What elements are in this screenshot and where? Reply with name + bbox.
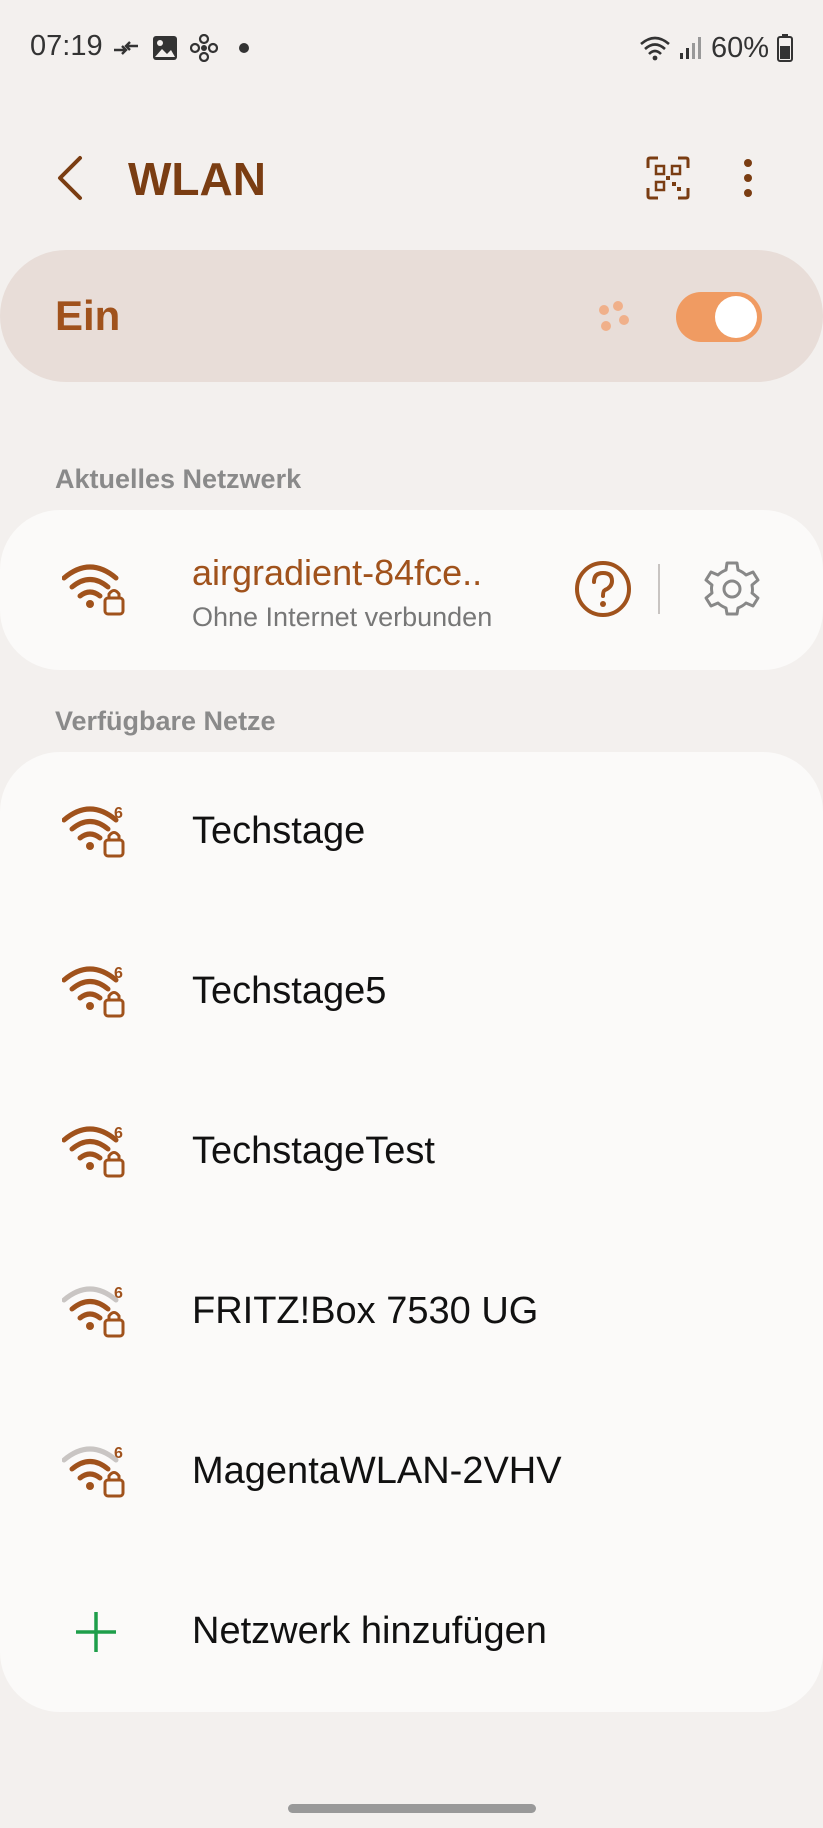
band-label: 6 — [114, 1125, 123, 1142]
network-name: Techstage5 — [192, 970, 387, 1012]
battery-percent: 60% — [710, 31, 769, 64]
wifi6-locked-medium-icon: 6 — [62, 1445, 125, 1498]
data-transfer-icon — [114, 41, 138, 55]
wlan-toggle-label: Ein — [55, 292, 121, 339]
wlan-toggle-switch[interactable] — [676, 292, 762, 342]
wifi6-locked-medium-icon: 6 — [62, 1285, 125, 1338]
wifi6-locked-icon: 6 — [62, 805, 125, 858]
image-icon — [153, 36, 177, 60]
status-bar: 07:19 60% — [0, 0, 823, 96]
network-row-techstagetest[interactable]: 6 TechstageTest — [0, 1072, 823, 1232]
current-network-name: airgradient-84fce.. — [192, 552, 483, 593]
add-network-row[interactable]: Netzwerk hinzufügen — [0, 1552, 823, 1712]
band-label: 6 — [114, 1445, 123, 1462]
band-label: 6 — [114, 965, 123, 982]
network-name: FRITZ!Box 7530 UG — [192, 1290, 539, 1332]
band-label: 6 — [114, 1285, 123, 1302]
network-row-techstage5[interactable]: 6 Techstage5 — [0, 912, 823, 1072]
plus-icon — [76, 1612, 116, 1652]
network-row-fritzbox[interactable]: 6 FRITZ!Box 7530 UG — [0, 1232, 823, 1392]
qr-code-button[interactable] — [640, 150, 696, 206]
notification-icons — [112, 30, 254, 66]
network-row-techstage[interactable]: 6 Techstage — [0, 752, 823, 912]
wifi-locked-icon — [62, 564, 125, 616]
status-time: 07:19 — [30, 30, 103, 62]
toggle-knob — [715, 296, 757, 338]
wifi6-locked-icon: 6 — [62, 965, 125, 1018]
home-indicator[interactable] — [288, 1804, 536, 1813]
app-bar: WLAN — [0, 130, 823, 226]
network-name: MagentaWLAN-2VHV — [192, 1450, 562, 1492]
qr-code-icon — [646, 156, 690, 200]
notification-dot-icon — [239, 43, 249, 53]
current-network-section-label: Aktuelles Netzwerk — [55, 464, 302, 494]
page-title: WLAN — [128, 153, 266, 205]
status-right: 60% — [639, 30, 793, 66]
band-label: 6 — [114, 805, 123, 822]
network-name: TechstageTest — [192, 1130, 435, 1172]
available-networks-section-label: Verfügbare Netze — [55, 706, 276, 736]
back-arrow-icon — [58, 156, 82, 200]
divider — [658, 564, 660, 614]
cell-signal-icon — [679, 37, 701, 59]
settings-gear-icon[interactable] — [704, 560, 760, 616]
back-button[interactable] — [44, 150, 96, 206]
wifi6-locked-icon: 6 — [62, 1125, 125, 1178]
current-network-status: Ohne Internet verbunden — [192, 602, 493, 632]
add-network-label: Netzwerk hinzufügen — [192, 1610, 547, 1652]
more-options-button[interactable] — [728, 150, 768, 206]
fan-icon — [190, 34, 218, 62]
scanning-icon — [599, 301, 629, 331]
more-vertical-icon — [744, 159, 752, 197]
network-name: Techstage — [192, 810, 366, 852]
help-icon[interactable] — [574, 560, 632, 618]
battery-icon — [777, 34, 793, 62]
network-row-magentawlan[interactable]: 6 MagentaWLAN-2VHV — [0, 1392, 823, 1552]
wifi-status-icon — [640, 36, 670, 61]
